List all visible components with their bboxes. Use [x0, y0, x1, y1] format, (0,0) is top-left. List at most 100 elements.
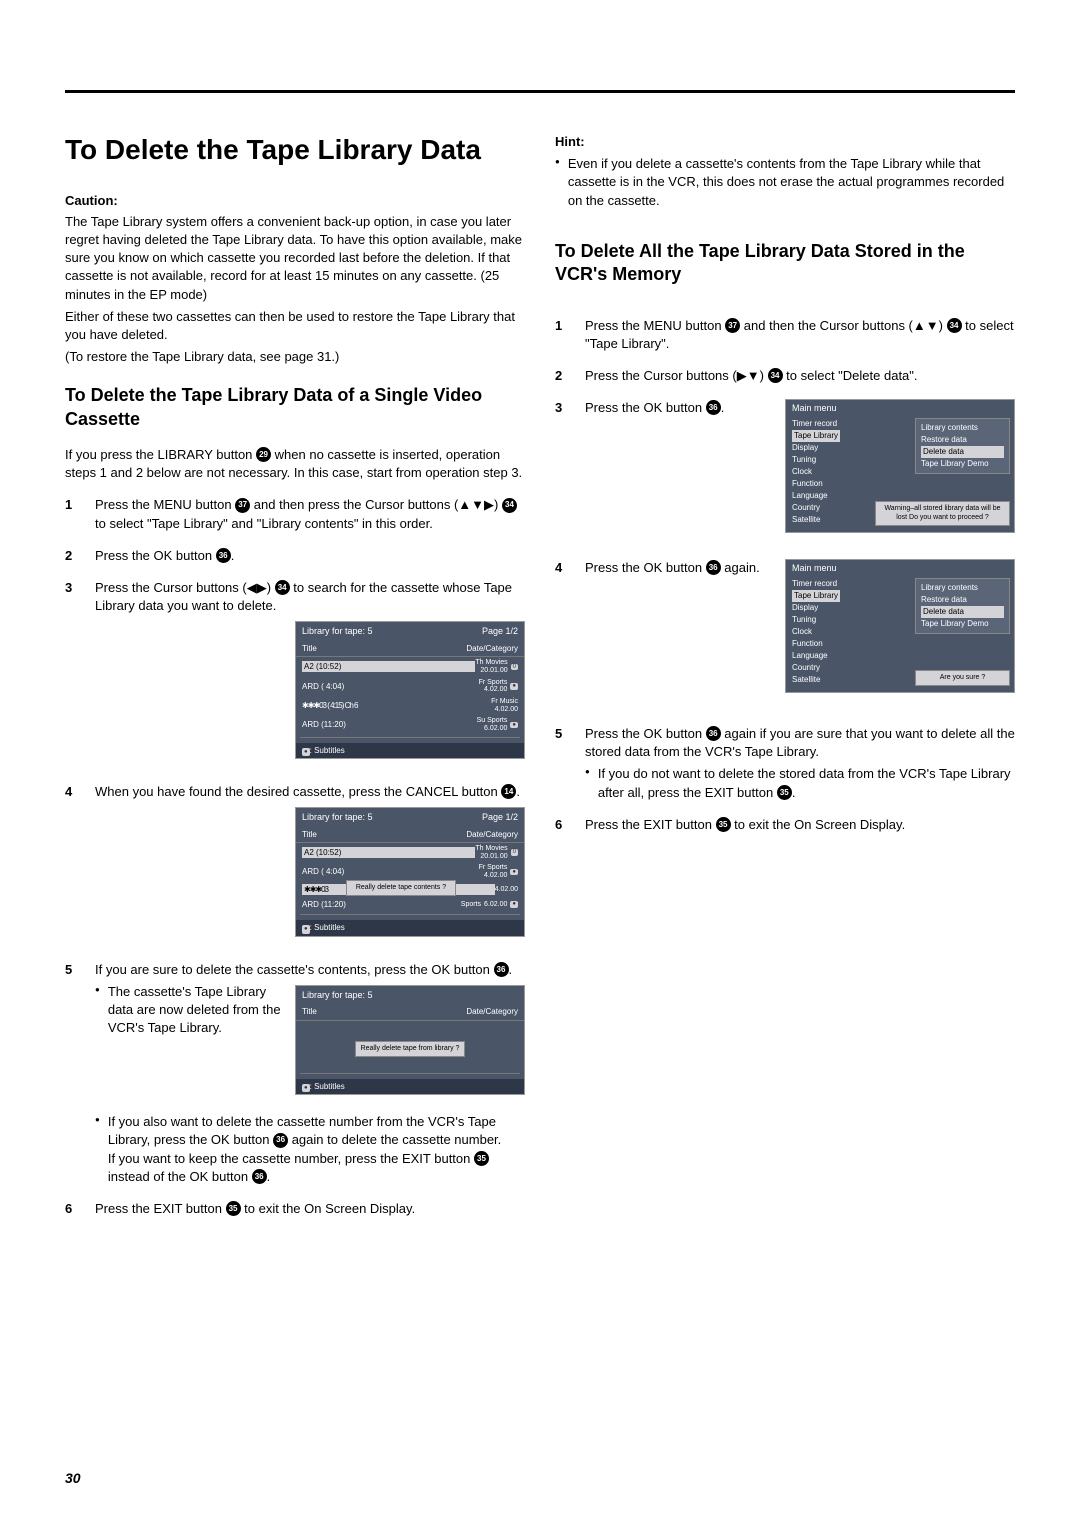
s2-step-1: 1 Press the MENU button 37 and then the …	[555, 317, 1015, 353]
t: to exit the On Screen Display.	[731, 817, 906, 832]
c: Fr Music	[491, 698, 518, 705]
rec-icon: 0	[511, 664, 518, 671]
page-title: To Delete the Tape Library Data	[65, 133, 525, 167]
c: Su Sports	[477, 717, 508, 724]
osd-title: Library for tape: 5	[302, 625, 373, 638]
menu-item: Tape Library	[792, 590, 840, 602]
osd-dialog: Really delete tape from library ?	[355, 1041, 465, 1057]
cursor-button-icon: 34	[502, 498, 517, 513]
menu-item: Language	[792, 490, 1014, 502]
menu-warning: Warning–all stored library data will be …	[875, 501, 1010, 526]
ok-button-icon: 36	[706, 726, 721, 741]
right-column: Hint: Even if you delete a cassette's co…	[555, 133, 1015, 1232]
submenu: Library contents Restore data Delete dat…	[915, 578, 1010, 634]
cursor-button-icon: 34	[768, 368, 783, 383]
s2-step-4: 4 Press the OK button 36 again. Main men…	[555, 559, 1015, 705]
osd-col: Date/Category	[466, 643, 518, 654]
t: again to delete the cassette number.	[288, 1132, 501, 1147]
step-body: Press the OK button 36 again.	[585, 559, 760, 577]
osd-cell: ARD (11:20)	[302, 719, 477, 730]
sub-icon: ●	[302, 925, 310, 933]
t: instead of the OK button	[108, 1169, 252, 1184]
intro-text-a: If you press the LIBRARY button	[65, 447, 256, 462]
bullet-text: If you do not want to delete the stored …	[598, 765, 1015, 801]
c: 4.02.00	[495, 706, 518, 713]
step-number: 3	[555, 399, 567, 417]
step-number: 2	[555, 367, 567, 385]
s1-step-5: 5 If you are sure to delete the cassette…	[65, 961, 525, 1187]
submenu-item: Library contents	[921, 422, 1004, 434]
t: to exit the On Screen Display.	[241, 1201, 416, 1216]
submenu-item: Restore data	[921, 594, 1004, 606]
t: Press the Cursor buttons (◀▶)	[95, 580, 275, 595]
page-number: 30	[65, 1470, 81, 1486]
c: 20.01.00	[480, 667, 507, 674]
s1-step-2: 2 Press the OK button 36.	[65, 547, 525, 565]
t: to select "Delete data".	[783, 368, 918, 383]
top-rule	[65, 90, 1015, 93]
t: Press the OK button	[585, 726, 706, 741]
ok-button-icon: 36	[216, 548, 231, 563]
menu-item: Language	[792, 650, 1014, 662]
caution-label: Caution:	[65, 192, 525, 210]
osd-cell: ARD ( 4:04)	[302, 866, 479, 877]
menu-button-icon: 37	[235, 498, 250, 513]
t: Press the MENU button	[585, 318, 725, 333]
t: Press the OK button	[95, 548, 216, 563]
exit-button-icon: 35	[777, 785, 792, 800]
osd-cell: ✱✱✱03 ( 4:15) Ch 6	[302, 700, 491, 711]
ok-button-icon: 36	[252, 1169, 267, 1184]
s1-step-3: 3 Press the Cursor buttons (◀▶) 34 to se…	[65, 579, 525, 769]
c: Fr Sports	[479, 864, 508, 871]
s2-step-6: 6 Press the EXIT button 35 to exit the O…	[555, 816, 1015, 834]
c: 4.02.00	[495, 886, 518, 894]
step-number: 6	[555, 816, 567, 834]
step-body: Press the MENU button 37 and then press …	[95, 496, 525, 532]
menu-head: Main menu	[786, 560, 1014, 576]
hint-label: Hint:	[555, 133, 1015, 151]
bullet-text: The cassette's Tape Library data are now…	[108, 983, 283, 1038]
exit-button-icon: 35	[716, 817, 731, 832]
cursor-button-icon: 34	[947, 318, 962, 333]
osd-menu-1: Main menu Timer record Tape Library Disp…	[785, 399, 1015, 533]
menu-head: Main menu	[786, 400, 1014, 416]
cancel-button-icon: 14	[501, 784, 516, 799]
t: If you are sure to delete the cassette's…	[95, 962, 494, 977]
menu-item: Function	[792, 478, 1014, 490]
step-number: 6	[65, 1200, 77, 1218]
t: Press the EXIT button	[585, 817, 716, 832]
osd-footer: : Subtitles	[310, 746, 345, 755]
osd-page: Page 1/2	[482, 625, 518, 638]
c: Th Movies	[475, 845, 507, 852]
step-number: 4	[65, 783, 77, 946]
osd-footer: : Subtitles	[310, 923, 345, 932]
t: Press the OK button	[585, 560, 706, 575]
t: .	[509, 962, 513, 977]
bullet-text: If you also want to delete the cassette …	[108, 1113, 525, 1186]
caution-text-1: The Tape Library system offers a conveni…	[65, 213, 525, 304]
step-number: 3	[65, 579, 77, 769]
step-body: When you have found the desired cassette…	[95, 783, 525, 946]
section-2-title: To Delete All the Tape Library Data Stor…	[555, 240, 1015, 287]
step-body: Press the EXIT button 35 to exit the On …	[585, 816, 1015, 834]
t: .	[516, 784, 520, 799]
t: .	[231, 548, 235, 563]
osd-library-3: Library for tape: 5 TitleDate/Category R…	[295, 985, 525, 1096]
ok-button-icon: 36	[273, 1133, 288, 1148]
t: When you have found the desired cassette…	[95, 784, 501, 799]
submenu: Library contents Restore data Delete dat…	[915, 418, 1010, 474]
osd-cell: ARD ( 4:04)	[302, 681, 479, 692]
osd-col: Title	[302, 643, 317, 654]
c: Sports	[461, 901, 481, 909]
c: Fr Sports	[479, 679, 508, 686]
ok-button-icon: 36	[706, 400, 721, 415]
submenu-item: Delete data	[921, 606, 1004, 618]
submenu-item: Tape Library Demo	[921, 618, 1004, 630]
rec-icon: 0	[511, 849, 518, 856]
osd-page: Page 1/2	[482, 811, 518, 824]
submenu-item: Restore data	[921, 434, 1004, 446]
menu-item: Function	[792, 638, 1014, 650]
c: 4.02.00	[484, 872, 507, 879]
step-number: 5	[65, 961, 77, 1187]
sub-icon: ●	[302, 1084, 310, 1092]
